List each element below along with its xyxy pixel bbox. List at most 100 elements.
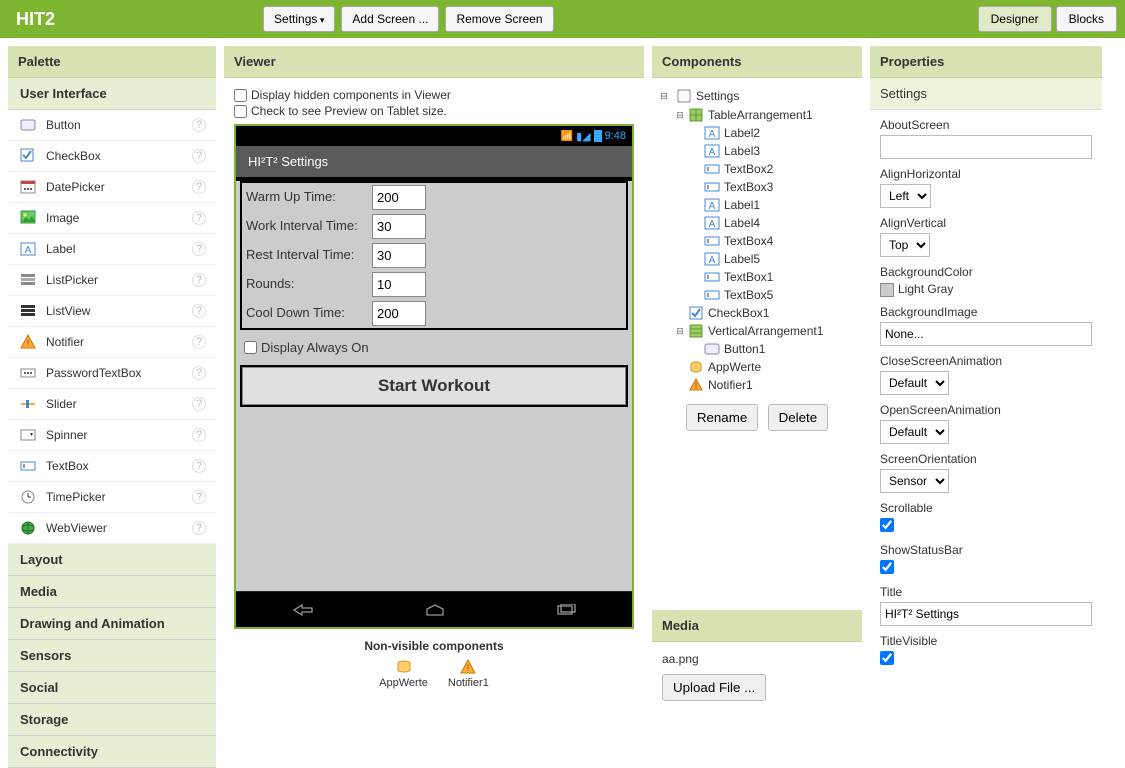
palette-section-media[interactable]: Media [8, 576, 216, 608]
display-hidden-checkbox[interactable] [234, 89, 247, 102]
tree-textbox1[interactable]: TextBox1 [690, 268, 856, 286]
title-input[interactable] [880, 602, 1092, 626]
palette-item-notifier[interactable]: !Notifier? [8, 327, 216, 358]
help-icon[interactable]: ? [192, 335, 206, 349]
palette-section-user-interface[interactable]: User Interface [8, 78, 216, 110]
tree-table-arrangement[interactable]: ⊟ TableArrangement1 [674, 106, 856, 124]
showstatus-checkbox[interactable] [880, 560, 894, 574]
start-workout-button[interactable]: Start Workout [242, 367, 626, 405]
titlevisible-checkbox[interactable] [880, 651, 894, 665]
palette-item-textbox[interactable]: TextBox? [8, 451, 216, 482]
palette-item-image[interactable]: Image? [8, 203, 216, 234]
help-icon[interactable]: ? [192, 490, 206, 504]
bg-color-value[interactable]: Light Gray [880, 282, 1092, 297]
tree-root[interactable]: ⊟ Settings [658, 86, 856, 106]
help-icon[interactable]: ? [192, 180, 206, 194]
palette-item-timepicker[interactable]: TimePicker? [8, 482, 216, 513]
scrollable-checkbox[interactable] [880, 518, 894, 532]
remove-screen-button[interactable]: Remove Screen [445, 6, 553, 32]
row-input[interactable] [372, 243, 426, 268]
collapse-icon[interactable]: ⊟ [658, 91, 670, 102]
tree-textbox5[interactable]: TextBox5 [690, 286, 856, 304]
row-input[interactable] [372, 301, 426, 326]
display-always-checkbox[interactable] [244, 341, 257, 354]
collapse-icon[interactable]: ⊟ [674, 110, 686, 121]
help-icon[interactable]: ? [192, 304, 206, 318]
settings-row: Warm Up Time: [242, 183, 626, 212]
main-layout: Palette User Interface Button?CheckBox?D… [0, 38, 1125, 768]
tablet-preview-checkbox[interactable] [234, 105, 247, 118]
palette-item-passwordtextbox[interactable]: PasswordTextBox? [8, 358, 216, 389]
align-h-select[interactable]: Left [880, 184, 931, 208]
help-icon[interactable]: ? [192, 459, 206, 473]
tree-button1[interactable]: Button1 [690, 340, 856, 358]
tree-textbox3[interactable]: TextBox3 [690, 178, 856, 196]
add-screen-button[interactable]: Add Screen ... [341, 6, 439, 32]
palette-item-label: ListView [46, 304, 192, 318]
component-icon: A [704, 252, 720, 266]
bg-image-input[interactable] [880, 322, 1092, 346]
tree-textbox2[interactable]: TextBox2 [690, 160, 856, 178]
rename-button[interactable]: Rename [686, 404, 758, 431]
row-input[interactable] [372, 185, 426, 210]
palette-section-sensors[interactable]: Sensors [8, 640, 216, 672]
tree-notifier[interactable]: ! Notifier1 [674, 376, 856, 394]
vertical-arrangement[interactable]: Start Workout [240, 365, 628, 407]
display-always-row[interactable]: Display Always On [236, 334, 632, 361]
tree-checkbox1[interactable]: CheckBox1 [674, 304, 856, 322]
title-label: Title [880, 585, 1092, 599]
settings-table[interactable]: Warm Up Time:Work Interval Time:Rest Int… [240, 181, 628, 330]
palette-item-datepicker[interactable]: DatePicker? [8, 172, 216, 203]
help-icon[interactable]: ? [192, 521, 206, 535]
row-input[interactable] [372, 272, 426, 297]
about-screen-input[interactable] [880, 135, 1092, 159]
help-icon[interactable]: ? [192, 428, 206, 442]
palette-section-connectivity[interactable]: Connectivity [8, 736, 216, 768]
close-anim-select[interactable]: Default [880, 371, 949, 395]
open-anim-select[interactable]: Default [880, 420, 949, 444]
properties-panel: Properties Settings AboutScreen AlignHor… [870, 46, 1102, 684]
palette-item-listpicker[interactable]: ListPicker? [8, 265, 216, 296]
help-icon[interactable]: ? [192, 242, 206, 256]
nonvis-notifier1[interactable]: !Notifier1 [448, 659, 489, 689]
nonvis-appwerte[interactable]: AppWerte [379, 659, 428, 689]
tree-textbox4[interactable]: TextBox4 [690, 232, 856, 250]
tree-appwerte[interactable]: AppWerte [674, 358, 856, 376]
screen-icon [676, 89, 692, 103]
tree-label1[interactable]: ALabel1 [690, 196, 856, 214]
palette-item-webviewer[interactable]: WebViewer? [8, 513, 216, 544]
palette-section-social[interactable]: Social [8, 672, 216, 704]
screen-selector-dropdown[interactable]: Settings [263, 6, 335, 32]
help-icon[interactable]: ? [192, 211, 206, 225]
blocks-tab[interactable]: Blocks [1056, 6, 1117, 32]
tree-vertical-arrangement[interactable]: ⊟ VerticalArrangement1 [674, 322, 856, 340]
palette-item-listview[interactable]: ListView? [8, 296, 216, 327]
media-file[interactable]: aa.png [662, 652, 852, 666]
palette-item-spinner[interactable]: Spinner? [8, 420, 216, 451]
align-v-select[interactable]: Top [880, 233, 930, 257]
palette-item-checkbox[interactable]: CheckBox? [8, 141, 216, 172]
tree-label5[interactable]: ALabel5 [690, 250, 856, 268]
palette-section-storage[interactable]: Storage [8, 704, 216, 736]
tree-label2[interactable]: ALabel2 [690, 124, 856, 142]
help-icon[interactable]: ? [192, 397, 206, 411]
palette-item-button[interactable]: Button? [8, 110, 216, 141]
designer-tab[interactable]: Designer [978, 6, 1052, 32]
orient-select[interactable]: Sensor [880, 469, 949, 493]
delete-button[interactable]: Delete [768, 404, 829, 431]
palette-section-layout[interactable]: Layout [8, 544, 216, 576]
tree-label4[interactable]: ALabel4 [690, 214, 856, 232]
tree-label3[interactable]: ALabel3 [690, 142, 856, 160]
help-icon[interactable]: ? [192, 118, 206, 132]
palette-item-slider[interactable]: Slider? [8, 389, 216, 420]
help-icon[interactable]: ? [192, 149, 206, 163]
upload-file-button[interactable]: Upload File ... [662, 674, 766, 701]
palette-section-drawing[interactable]: Drawing and Animation [8, 608, 216, 640]
help-icon[interactable]: ? [192, 366, 206, 380]
collapse-icon[interactable]: ⊟ [674, 326, 686, 337]
row-input[interactable] [372, 214, 426, 239]
palette-item-label: Notifier [46, 335, 192, 349]
help-icon[interactable]: ? [192, 273, 206, 287]
display-always-label: Display Always On [261, 340, 369, 355]
palette-item-label[interactable]: ALabel? [8, 234, 216, 265]
